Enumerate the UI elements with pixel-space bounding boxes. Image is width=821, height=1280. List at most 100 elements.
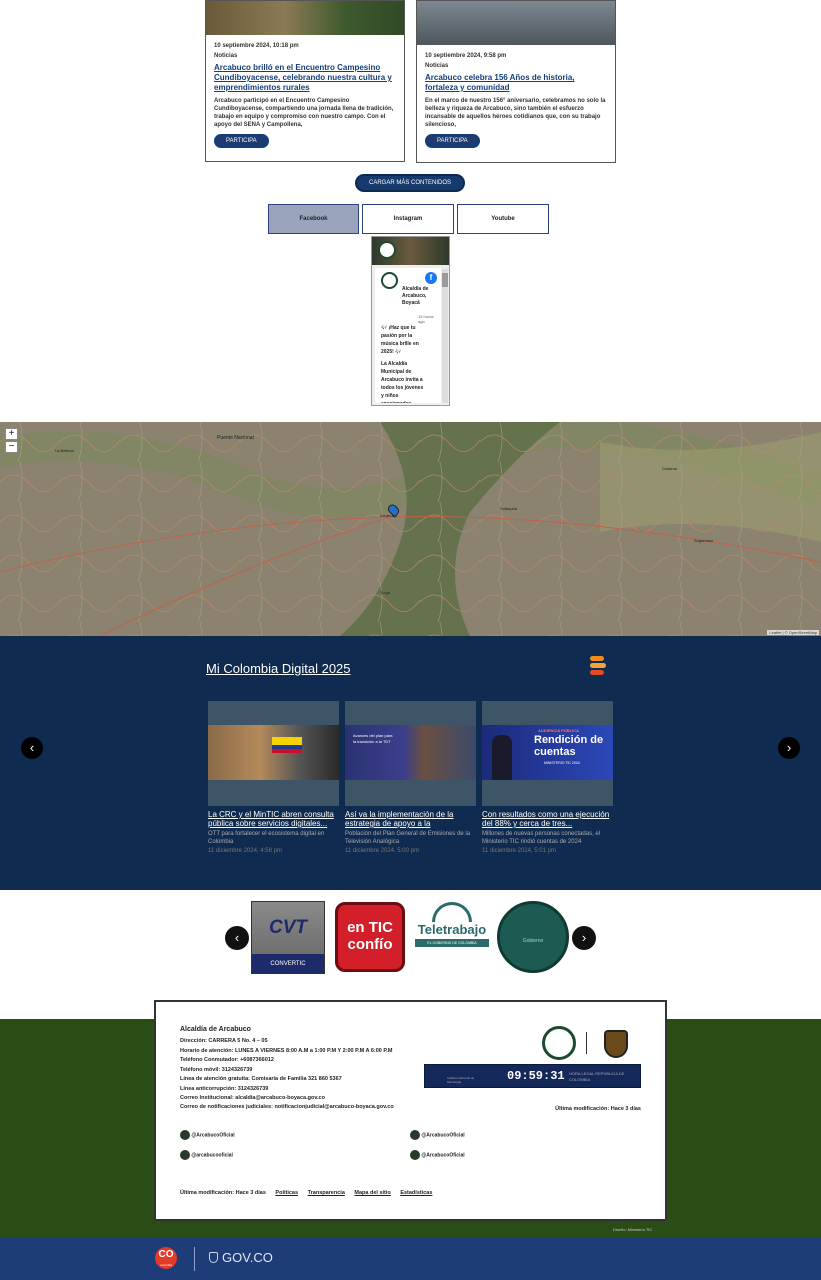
- card-summary: OTT para fortalecer el ecosistema digita…: [208, 831, 325, 845]
- card-image-caption: Avances del plan para la transición a la…: [353, 733, 393, 744]
- tab-facebook[interactable]: Facebook: [268, 204, 359, 234]
- entity-name: Alcaldía de Arcabuco: [180, 1026, 251, 1033]
- news-summary: Arcabuco participó en el Encuentro Campe…: [214, 98, 394, 128]
- map-attribution[interactable]: Leaflet | © OpenStreetMap: [767, 630, 819, 635]
- teletrabajo-caption: EL GOBIERNO DE COLOMBIA: [415, 939, 489, 947]
- card-image: Avances del plan para la transición a la…: [345, 701, 476, 806]
- post-time: 15 horas ago: [418, 314, 434, 324]
- social-instagram[interactable]: @ArcabucoOficial: [410, 1150, 465, 1160]
- en-tic-confio-mark: en TIC confío: [347, 919, 393, 953]
- news-summary: En el marco de nuestro 156° aniversario,…: [425, 98, 606, 128]
- footer-info-line: Teléfono móvil: 3124326739: [180, 1067, 253, 1073]
- card-image: [208, 701, 339, 806]
- news-category: Noticias: [214, 53, 238, 59]
- footer-link-politicas[interactable]: Políticas: [275, 1190, 298, 1196]
- news-title[interactable]: Arcabuco brilló en el Encuentro Campesin…: [214, 63, 396, 93]
- post-text: 🎶 ¡Haz que tu pasión por la música brill…: [381, 325, 419, 355]
- facebook-icon: f: [425, 272, 437, 284]
- facebook-feed-widget[interactable]: f Alcaldía de Arcabuco, Boyacá 15 horas …: [371, 236, 450, 406]
- logo-divider: [586, 1032, 587, 1054]
- card-image-caption: AUDIENCIA PÚBLICA: [538, 728, 579, 733]
- card-title[interactable]: Así va la implementación de la estrategi…: [345, 810, 476, 828]
- news-category: Noticias: [425, 63, 449, 69]
- news-card: 10 septiembre 2024, 10:18 pm Noticias Ar…: [205, 0, 405, 162]
- twitter-icon: [410, 1130, 420, 1140]
- footer-info-line: Dirección: CARRERA 5 No. 4 – 05: [180, 1038, 268, 1044]
- en-tic-confio-logo[interactable]: en TIC confío: [335, 902, 405, 972]
- card-title[interactable]: Con resultados como una ejecución del 88…: [482, 810, 613, 828]
- mi-colombia-digital-section: Mi Colombia Digital 2025 ‹ › La CRC y el…: [0, 636, 821, 890]
- card-image-caption: MINISTERIO TIC 2024: [544, 761, 580, 765]
- convertic-caption: CONVERTIC: [252, 954, 324, 974]
- map-label: Sogamoso: [694, 538, 714, 543]
- clock-label: HORA LEGAL REPÚBLICA DE COLOMBIA: [569, 1071, 625, 1082]
- card-summary: Millones de nuevas personas conectadas, …: [482, 831, 601, 845]
- gobierno-digital-logo[interactable]: Gobierno: [497, 901, 569, 973]
- participa-button[interactable]: PARTICIPA: [214, 134, 269, 148]
- post-text: La Alcaldía Municipal de Arcabuco invita…: [381, 361, 424, 403]
- email-icon: [180, 1150, 190, 1160]
- map-label: Tunja: [380, 590, 390, 595]
- page-name[interactable]: Alcaldía de Arcabuco, Boyacá: [402, 286, 434, 307]
- section-title[interactable]: Mi Colombia Digital 2025: [206, 661, 351, 676]
- widget-scrollbar[interactable]: [442, 269, 448, 403]
- social-twitter[interactable]: @ArcabucoOficial: [410, 1130, 465, 1140]
- load-more-button[interactable]: CARGAR MÁS CONTENIDOS: [355, 174, 465, 192]
- zoom-out-button[interactable]: −: [5, 441, 18, 453]
- participa-button[interactable]: PARTICIPA: [425, 134, 480, 148]
- clock-time: 09:59:31: [507, 1069, 565, 1083]
- logos-next-button[interactable]: ›: [572, 926, 596, 950]
- map-label: Puente Nacional: [217, 435, 254, 441]
- card-date: 11 diciembre 2024, 5:01 pm: [482, 848, 556, 854]
- footer-link-mapa-sitio[interactable]: Mapa del sitio: [354, 1190, 390, 1196]
- carousel-next-button[interactable]: ›: [778, 737, 800, 759]
- design-credit[interactable]: Diseño: Ministerio TIC: [613, 1227, 652, 1232]
- instagram-icon: [410, 1150, 420, 1160]
- teletrabajo-logo[interactable]: Teletrabajo EL GOBIERNO DE COLOMBIA: [415, 902, 489, 952]
- coat-of-arms-icon: [604, 1030, 628, 1058]
- govco-divider: [194, 1247, 195, 1271]
- footer-info-line: Línea anticorrupción: 3124326739: [180, 1086, 269, 1092]
- footer-info-line: Línea de atención gratuita: Comisaría de…: [180, 1076, 342, 1082]
- tab-instagram[interactable]: Instagram: [362, 204, 454, 234]
- footer-email-line[interactable]: Correo de notificaciones judiciales: not…: [180, 1104, 394, 1110]
- colombia-co-logo[interactable]: CO colombia: [155, 1247, 177, 1269]
- logos-prev-button[interactable]: ‹: [225, 926, 249, 950]
- convertic-logo[interactable]: CVT CONVERTIC: [251, 901, 325, 974]
- govco-bar: CO colombia GOV.CO: [0, 1238, 821, 1280]
- legal-time-clock[interactable]: Instituto Nacional de Metrología 09:59:3…: [424, 1064, 641, 1088]
- tab-youtube[interactable]: Youtube: [457, 204, 549, 234]
- news-carousel-card[interactable]: AUDIENCIA PÚBLICA Rendición de cuentas M…: [482, 701, 613, 854]
- location-map[interactable]: + − Puente Nacional La Belleza Arcabuco …: [0, 422, 821, 636]
- map-label: Duitama: [662, 466, 677, 471]
- mintic-logo-icon: [590, 654, 606, 684]
- social-email[interactable]: @arcabucooficial: [180, 1150, 233, 1160]
- footer-email-line[interactable]: Correo Institucional: alcaldia@arcabuco-…: [180, 1095, 325, 1101]
- footer-link-transparencia[interactable]: Transparencia: [308, 1190, 345, 1196]
- card-date: 11 diciembre 2024, 5:00 pm: [345, 848, 419, 854]
- footer-info-line: Horario de atención: LUNES A VIERNES 8:0…: [180, 1048, 393, 1054]
- govco-logo-text[interactable]: GOV.CO: [222, 1250, 273, 1265]
- facebook-cover: [372, 237, 449, 265]
- news-date: 10 septiembre 2024, 9:58 pm: [425, 53, 507, 59]
- convertic-mark: CVT: [252, 902, 324, 954]
- gobierno-digital-mark: Gobierno: [522, 938, 544, 944]
- municipality-seal-icon: [542, 1026, 576, 1060]
- zoom-in-button[interactable]: +: [5, 428, 18, 440]
- map-label: Sotaquirá: [500, 506, 518, 511]
- carousel-prev-button[interactable]: ‹: [21, 737, 43, 759]
- card-title[interactable]: La CRC y el MinTIC abren consulta públic…: [208, 810, 339, 828]
- map-label: La Belleza: [55, 448, 74, 453]
- news-title[interactable]: Arcabuco celebra 156 Años de historia, f…: [425, 73, 607, 93]
- govco-shield-icon: [209, 1252, 218, 1263]
- footer-card: Alcaldía de Arcabuco Dirección: CARRERA …: [154, 1000, 667, 1221]
- footer-link-estadisticas[interactable]: Estadísticas: [400, 1190, 432, 1196]
- social-facebook[interactable]: @ArcabucoOficial: [180, 1130, 235, 1140]
- news-carousel-card[interactable]: Avances del plan para la transición a la…: [345, 701, 476, 854]
- teletrabajo-mark: Teletrabajo: [417, 922, 487, 937]
- map-tiles: [0, 422, 821, 636]
- news-carousel-card[interactable]: La CRC y el MinTIC abren consulta públic…: [208, 701, 339, 854]
- last-modified: Última modificación: Hace 3 días: [555, 1106, 641, 1112]
- last-modified-bottom: Última modificación: Hace 3 días: [180, 1190, 266, 1196]
- footer-bottom-links: Última modificación: Hace 3 días Polític…: [180, 1190, 432, 1196]
